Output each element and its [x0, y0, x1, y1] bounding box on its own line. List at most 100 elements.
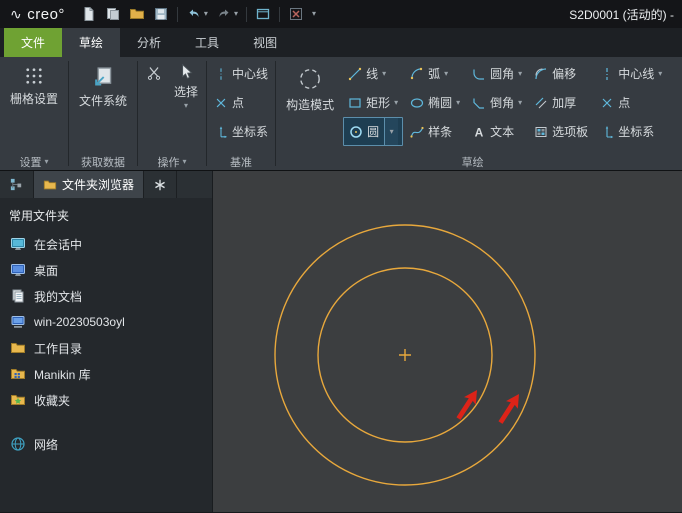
folder-item-working-directory[interactable]: 工作目录	[0, 335, 212, 361]
sketch-point-button[interactable]: 点	[595, 88, 667, 117]
settings-group-label[interactable]: 设置▾	[2, 153, 66, 170]
creo-logo-text: creo°	[27, 6, 65, 23]
construction-circle-icon	[297, 66, 323, 92]
tab-tools[interactable]: 工具	[178, 28, 236, 57]
folder-item-desktop[interactable]: 桌面	[0, 257, 212, 283]
dropdown-arrow-icon: ▾	[456, 99, 460, 107]
circle-dropdown-button[interactable]: ▾	[384, 118, 398, 145]
operations-group-label[interactable]: 操作▾	[140, 153, 204, 170]
tab-view[interactable]: 视图	[236, 28, 294, 57]
chamfer-button[interactable]: 倒角 ▾	[467, 88, 527, 117]
dropdown-arrow-icon: ▾	[382, 70, 386, 78]
fillet-button[interactable]: 圆角 ▾	[467, 59, 527, 88]
folder-item-manikin-library[interactable]: Manikin 库	[0, 361, 212, 387]
new-file-button[interactable]	[81, 6, 97, 22]
sidebar-tab-model-tree[interactable]	[0, 171, 34, 198]
close-window-button[interactable]	[288, 6, 304, 22]
construction-mode-button[interactable]: 构造模式	[278, 59, 342, 113]
line-button[interactable]: 线 ▾	[343, 59, 403, 88]
working-directory-folder-icon	[10, 340, 26, 356]
tab-sketch[interactable]: 草绘	[62, 28, 120, 57]
cursor-icon	[177, 63, 195, 81]
rectangle-button[interactable]: 矩形 ▾	[343, 88, 403, 117]
tab-file[interactable]: 文件	[4, 28, 62, 57]
coordinate-system-icon	[600, 125, 614, 139]
sketch-svg[interactable]	[213, 171, 682, 513]
sidebar-tab-folder-browser[interactable]: 文件夹浏览器	[34, 171, 144, 198]
dropdown-arrow-icon: ▾	[312, 10, 316, 18]
ribbon: 栅格设置 设置▾ 文件系统 获取数据	[0, 57, 682, 171]
file-system-button[interactable]: 文件系统	[71, 59, 135, 109]
dropdown-arrow-icon: ▾	[394, 99, 398, 107]
file-system-label: 文件系统	[79, 92, 127, 109]
ribbon-group-settings: 栅格设置 设置▾	[0, 57, 68, 170]
customize-toolbar-button[interactable]: ▾	[312, 10, 316, 18]
sketch-csys-button[interactable]: 坐标系	[595, 117, 667, 146]
print-button[interactable]	[105, 6, 121, 22]
offset-button[interactable]: 偏移	[529, 59, 593, 88]
folder-item-network[interactable]: 网络	[0, 431, 212, 457]
ellipse-icon	[410, 96, 424, 110]
sketch-tool-grid: 线 ▾ 弧 ▾ 圆角 ▾ 偏移	[343, 59, 667, 146]
tab-analysis[interactable]: 分析	[120, 28, 178, 57]
offset-icon	[534, 67, 548, 81]
ellipse-button[interactable]: 椭圆 ▾	[405, 88, 465, 117]
circle-button-selected[interactable]: 圆 ▾	[343, 117, 403, 146]
creo-logo: ∿ creo°	[10, 6, 65, 23]
model-tree-icon	[9, 177, 24, 192]
arc-button[interactable]: 弧 ▾	[405, 59, 465, 88]
point-x-icon	[214, 96, 228, 110]
ribbon-group-operations: 选择 ▾ 操作▾	[138, 57, 206, 170]
toolbar-divider	[246, 7, 247, 22]
undo-button[interactable]: ▾	[186, 6, 208, 22]
datum-point-button[interactable]: 点	[209, 88, 273, 117]
datum-centerline-button[interactable]: 中心线	[209, 59, 273, 88]
toolbar-divider	[177, 7, 178, 22]
chamfer-icon	[472, 96, 486, 110]
grid-settings-label: 栅格设置	[10, 90, 58, 107]
spline-button[interactable]: 样条	[405, 117, 465, 146]
cut-button[interactable]	[140, 59, 168, 81]
dropdown-arrow-icon: ▾	[204, 10, 208, 18]
grid-settings-button[interactable]: 栅格设置	[2, 59, 66, 107]
desktop-icon	[10, 262, 26, 278]
fillet-icon	[472, 67, 486, 81]
sidebar-tab-favorites[interactable]	[144, 171, 177, 198]
dropdown-arrow-icon: ▾	[518, 99, 522, 107]
spline-icon	[410, 125, 424, 139]
ribbon-group-datum: 中心线 点 坐标系 基准	[207, 57, 275, 170]
folder-tree: 常用文件夹 在会话中 桌面 我的文档 win-20230503oyl	[0, 198, 212, 512]
quick-access-toolbar: ▾ ▾ ▾	[81, 6, 316, 22]
favorites-star-icon	[153, 178, 167, 192]
folder-item-my-documents[interactable]: 我的文档	[0, 283, 212, 309]
palette-button[interactable]: 选项板	[529, 117, 593, 146]
palette-icon	[534, 125, 548, 139]
toolbar-divider	[279, 7, 280, 22]
sketch-canvas[interactable]	[213, 171, 682, 512]
annotation-arrow-2	[495, 390, 525, 426]
save-button[interactable]	[153, 6, 169, 22]
folder-item-favorites[interactable]: 收藏夹	[0, 387, 212, 413]
open-file-button[interactable]	[129, 6, 145, 22]
dropdown-arrow-icon: ▾	[183, 158, 187, 166]
select-button[interactable]: 选择 ▾	[168, 59, 204, 110]
arc-icon	[410, 67, 424, 81]
thicken-button[interactable]: 加厚	[529, 88, 593, 117]
computer-icon	[10, 314, 26, 330]
common-folders-header: 常用文件夹	[0, 205, 212, 231]
regenerate-window-button[interactable]	[255, 6, 271, 22]
folder-item-in-session[interactable]: 在会话中	[0, 231, 212, 257]
center-crosshair	[399, 349, 411, 361]
sketch-centerline-button[interactable]: 中心线 ▾	[595, 59, 667, 88]
datum-csys-button[interactable]: 坐标系	[209, 117, 273, 146]
ribbon-group-get-data: 文件系统 获取数据	[69, 57, 137, 170]
folder-item-computer[interactable]: win-20230503oyl	[0, 309, 212, 335]
dropdown-arrow-icon: ▾	[184, 102, 188, 110]
annotation-arrow-1	[453, 386, 483, 422]
text-button[interactable]: 文本	[467, 117, 527, 146]
get-data-group-label: 获取数据	[71, 153, 135, 170]
title-bar: ∿ creo° ▾ ▾ ▾ S2D0001 (活动的) -	[0, 0, 682, 28]
dropdown-arrow-icon: ▾	[390, 128, 394, 136]
redo-button[interactable]: ▾	[216, 6, 238, 22]
text-a-icon	[472, 125, 486, 139]
